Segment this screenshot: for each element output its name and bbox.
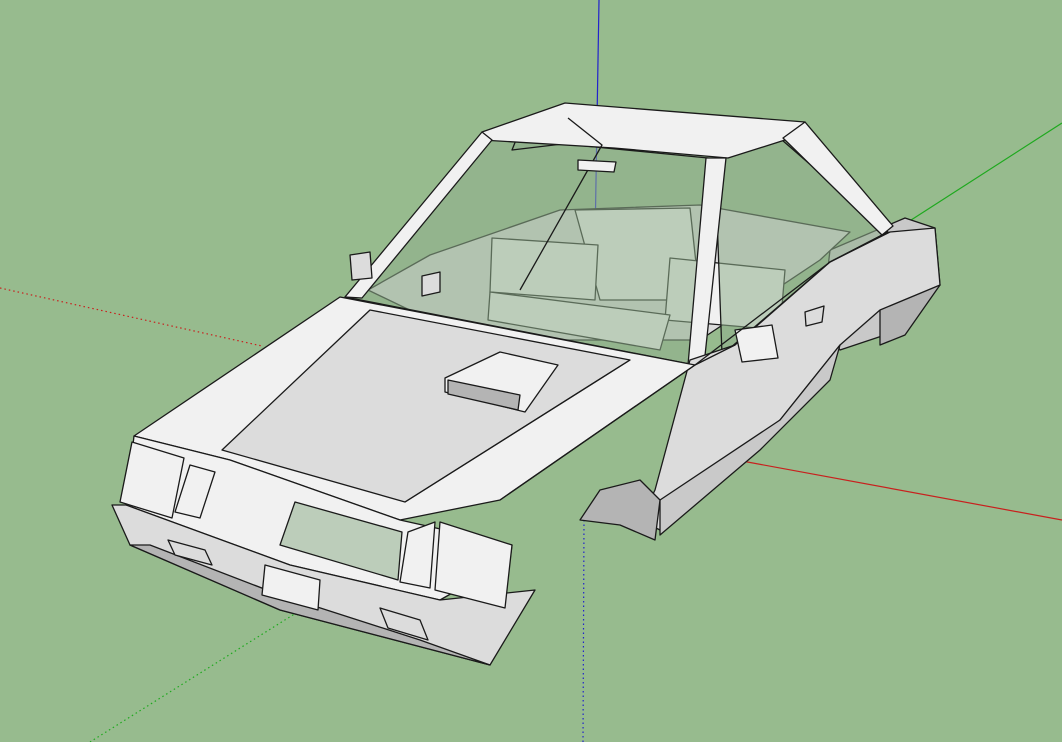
scene-canvas[interactable]: [0, 0, 1062, 742]
3d-viewport[interactable]: [0, 0, 1062, 742]
dashboard-vent: [421, 271, 441, 297]
left-side-mirror: [349, 251, 373, 281]
right-side-mirror: [734, 324, 779, 363]
rear-view-mirror: [577, 159, 617, 173]
